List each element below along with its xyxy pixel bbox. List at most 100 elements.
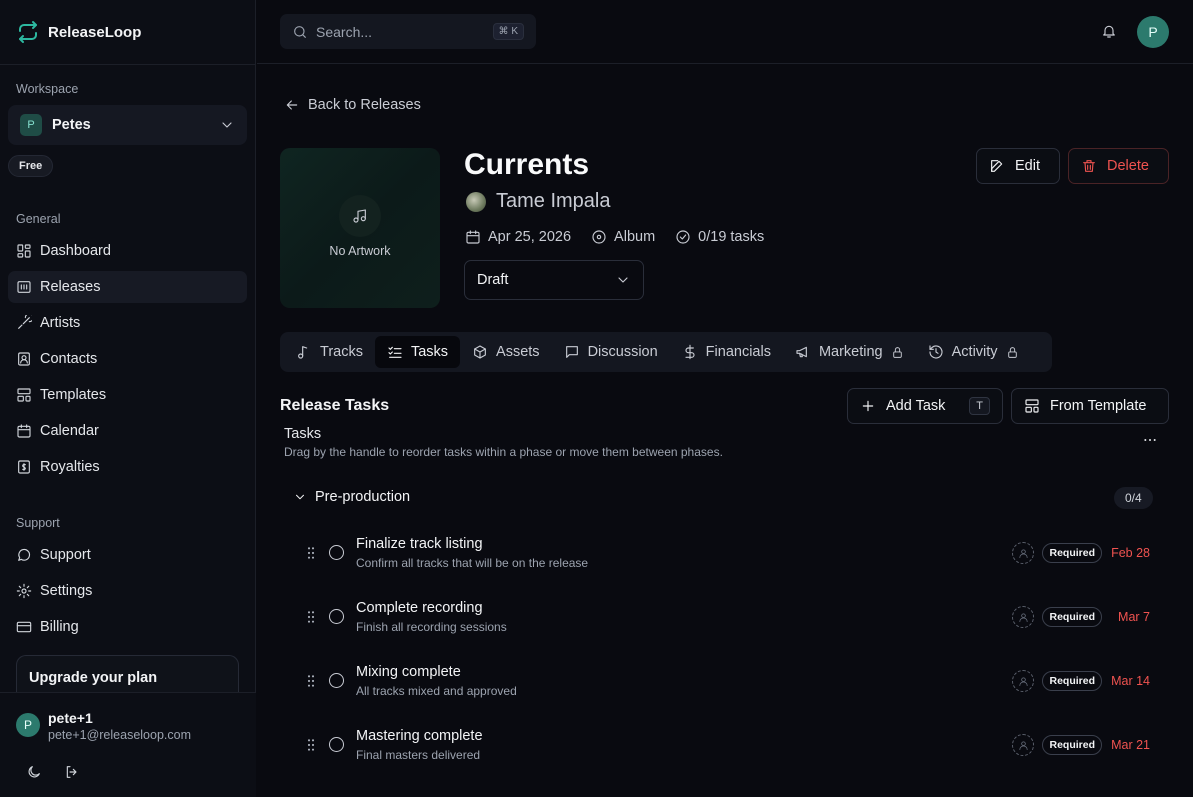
back-to-releases-link[interactable]: Back to Releases: [284, 97, 421, 113]
assignee-placeholder[interactable]: [1012, 670, 1035, 692]
add-task-button[interactable]: Add Task T: [847, 388, 1003, 424]
sidebar-item-billing[interactable]: Billing: [8, 611, 247, 643]
drag-handle-icon[interactable]: [303, 673, 319, 689]
sidebar-item-artists[interactable]: Artists: [8, 307, 247, 339]
assignee-placeholder[interactable]: [1012, 606, 1035, 628]
dollar-icon: [685, 344, 695, 360]
artists-icon: [18, 315, 32, 329]
sidebar-item-settings[interactable]: Settings: [8, 575, 247, 607]
avatar[interactable]: P: [16, 713, 40, 737]
megaphone-icon: [796, 346, 807, 358]
task-checkbox[interactable]: [329, 673, 344, 688]
workspace-name: Petes: [52, 117, 91, 133]
from-template-button[interactable]: From Template: [1011, 388, 1169, 424]
section-title: Release Tasks: [280, 397, 390, 414]
status-select[interactable]: Draft: [464, 260, 644, 300]
task-description: Final masters delivered: [356, 748, 481, 762]
release-meta: Apr 25, 2026 Album 0/19 tasks: [465, 229, 764, 245]
phase-count-badge: 0/4: [1114, 487, 1153, 509]
required-badge: Required: [1042, 607, 1102, 627]
assignee-placeholder[interactable]: [1012, 734, 1035, 756]
tab-marketing[interactable]: Marketing: [783, 336, 916, 368]
add-task-label: Add Task: [886, 398, 946, 414]
tab-label: Marketing: [818, 344, 883, 360]
tab-tasks[interactable]: Tasks: [374, 336, 461, 368]
page-title: Currents: [464, 148, 590, 181]
assignee-placeholder[interactable]: [1012, 542, 1035, 564]
plus-icon: [862, 400, 874, 412]
sidebar-item-royalties[interactable]: Royalties: [8, 451, 247, 483]
plan-badge: Free: [8, 155, 54, 177]
search-icon: [294, 25, 306, 38]
chevron-down-icon: [618, 277, 628, 283]
task-checkbox[interactable]: [329, 737, 344, 752]
sidebar-item-dashboard[interactable]: Dashboard: [8, 235, 247, 267]
tab-label: Activity: [951, 344, 998, 360]
due-date: Feb 28: [1111, 546, 1150, 560]
app-logo[interactable]: ReleaseLoop: [16, 20, 141, 44]
delete-label: Delete: [1107, 158, 1149, 174]
tab-financials[interactable]: Financials: [670, 336, 783, 368]
sidebar-item-templates[interactable]: Templates: [8, 379, 247, 411]
back-label: Back to Releases: [308, 97, 421, 113]
search-input[interactable]: Search... ⌘ K: [280, 14, 536, 49]
tab-discussion[interactable]: Discussion: [552, 336, 670, 368]
artist-name: Tame Impala: [496, 190, 611, 212]
tab-assets[interactable]: Assets: [460, 336, 552, 368]
workspace-switcher[interactable]: P Petes: [8, 105, 247, 145]
drag-handle-icon[interactable]: [303, 545, 319, 561]
user-icon: [1019, 740, 1028, 750]
release-type-value: Album: [614, 229, 656, 245]
tab-activity[interactable]: Activity: [916, 336, 1031, 368]
sidebar-item-releases[interactable]: Releases: [8, 271, 247, 303]
dashboard-icon: [17, 244, 31, 258]
sidebar-item-label: Support: [40, 547, 91, 563]
search-placeholder: Search...: [316, 23, 373, 40]
contacts-icon: [18, 352, 30, 366]
logout-button[interactable]: [61, 761, 83, 783]
logout-icon: [66, 766, 77, 778]
task-progress-value: 0/19 tasks: [698, 229, 765, 245]
drag-handle-icon[interactable]: [303, 609, 319, 625]
task-checkbox[interactable]: [329, 609, 344, 624]
sidebar-item-label: Royalties: [40, 459, 100, 475]
sidebar-item-contacts[interactable]: Contacts: [8, 343, 247, 375]
sidebar-item-calendar[interactable]: Calendar: [8, 415, 247, 447]
sidebar-item-label: Billing: [40, 619, 79, 635]
sidebar-item-support[interactable]: Support: [8, 539, 247, 571]
workspace-label: Workspace: [16, 82, 79, 96]
tab-tracks[interactable]: Tracks: [284, 336, 375, 368]
drag-handle-icon[interactable]: [303, 737, 319, 753]
general-label: General: [16, 212, 61, 226]
bell-icon: [1103, 25, 1115, 38]
box-icon: [474, 345, 486, 359]
due-date: Mar 21: [1111, 738, 1150, 752]
music-note-icon: [339, 195, 381, 237]
upgrade-title: Upgrade your plan: [29, 670, 158, 686]
task-row[interactable]: Mixing complete All tracks mixed and app…: [300, 656, 1170, 706]
more-options-button[interactable]: [1142, 432, 1158, 448]
edit-button[interactable]: Edit: [976, 148, 1060, 184]
delete-button[interactable]: Delete: [1068, 148, 1169, 184]
phase-header[interactable]: Pre-production: [293, 489, 410, 505]
user-email: pete+1@releaseloop.com: [48, 728, 191, 742]
task-meta: Required Mar 7: [1012, 606, 1150, 628]
edit-icon: [991, 160, 1003, 172]
task-checkbox[interactable]: [329, 545, 344, 560]
task-meta: Required Mar 14: [1012, 670, 1150, 692]
arrow-left-icon: [286, 100, 298, 110]
tab-label: Financials: [705, 344, 771, 360]
releases-icon: [17, 281, 31, 293]
theme-toggle-button[interactable]: [23, 761, 45, 783]
sidebar-item-label: Settings: [40, 583, 93, 599]
notifications-button[interactable]: [1101, 23, 1117, 39]
task-row[interactable]: Complete recording Finish all recording …: [300, 592, 1170, 642]
edit-label: Edit: [1015, 158, 1040, 174]
user-icon: [1019, 548, 1028, 558]
avatar[interactable]: P: [1137, 16, 1169, 48]
release-artwork[interactable]: No Artwork: [280, 148, 440, 308]
release-artist[interactable]: Tame Impala: [466, 190, 611, 213]
due-date: Mar 14: [1111, 674, 1150, 688]
task-row[interactable]: Mastering complete Final masters deliver…: [300, 720, 1170, 770]
task-row[interactable]: Finalize track listing Confirm all track…: [300, 528, 1170, 578]
